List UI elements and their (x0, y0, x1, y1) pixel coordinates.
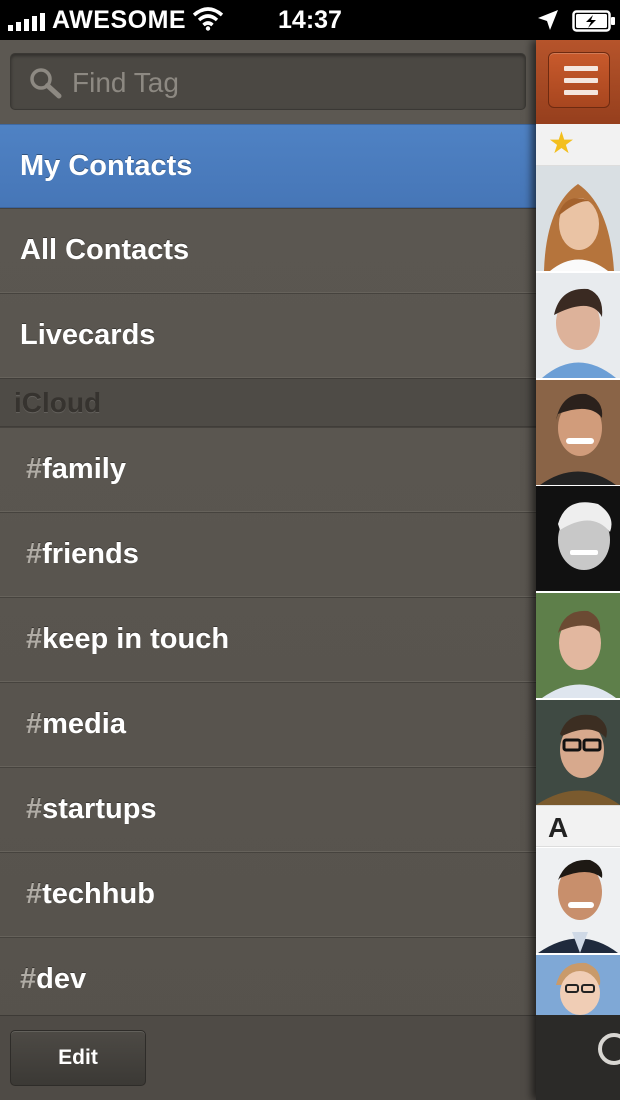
hash-symbol: # (26, 538, 43, 570)
tag-label: startups (42, 793, 157, 825)
tag-label: dev (36, 963, 87, 995)
tag-item-media[interactable]: #media (0, 682, 536, 767)
section-title: iCloud (14, 386, 102, 418)
contact-avatar[interactable] (536, 955, 620, 1015)
menu-button[interactable] (548, 52, 610, 108)
menu-icon (564, 66, 598, 71)
status-bar: AWESOME 14:37 (0, 0, 620, 40)
nav-item-label: All Contacts (20, 234, 190, 266)
hash-symbol: # (26, 793, 43, 825)
hash-symbol: # (26, 623, 43, 655)
tag-panel: Find Tag My Contacts All Contacts Liveca… (0, 40, 536, 1100)
edit-button[interactable]: Edit (10, 1030, 146, 1086)
contacts-list-peek[interactable]: ★ A (536, 40, 620, 1100)
contacts-section-header-a: A (536, 805, 620, 847)
find-tag-search-field[interactable]: Find Tag (10, 53, 526, 110)
tag-item-dev[interactable]: #dev (0, 937, 536, 1022)
nav-item-livecards[interactable]: Livecards (0, 293, 536, 378)
location-arrow-icon (536, 8, 560, 37)
contact-avatar[interactable] (536, 273, 620, 378)
status-time: 14:37 (278, 6, 342, 34)
nav-item-label: My Contacts (20, 149, 193, 182)
tag-label: media (42, 708, 126, 740)
tag-item-techhub[interactable]: #techhub (0, 852, 536, 937)
contacts-header-bar (536, 40, 620, 124)
tag-label: friends (42, 538, 139, 570)
hash-symbol: # (26, 453, 43, 485)
contact-avatar[interactable] (536, 848, 620, 953)
tag-list: My Contacts All Contacts Livecards iClou… (0, 124, 536, 1022)
search-placeholder: Find Tag (72, 67, 179, 98)
tag-label: techhub (42, 878, 155, 910)
hash-symbol: # (20, 963, 37, 995)
contact-avatar[interactable] (536, 486, 620, 591)
hash-symbol: # (26, 878, 43, 910)
battery-icon (572, 10, 616, 37)
hash-symbol: # (26, 708, 43, 740)
panel-footer: Edit (0, 1015, 536, 1100)
contact-avatar[interactable] (536, 380, 620, 485)
favorites-section-header: ★ (536, 124, 620, 166)
tag-item-startups[interactable]: #startups (0, 767, 536, 852)
contacts-toolbar (536, 1015, 620, 1100)
tag-label: family (42, 453, 126, 485)
search-icon[interactable] (594, 1029, 620, 1074)
contact-avatar[interactable] (536, 700, 620, 805)
star-icon: ★ (548, 127, 575, 160)
section-letter: A (548, 812, 569, 843)
contact-avatar[interactable] (536, 166, 620, 271)
tag-item-keep-in-touch[interactable]: #keep in touch (0, 597, 536, 682)
search-icon (29, 67, 63, 104)
section-header-icloud: iCloud (0, 378, 536, 427)
tag-item-friends[interactable]: #friends (0, 512, 536, 597)
nav-item-my-contacts[interactable]: My Contacts (0, 124, 536, 208)
nav-item-label: Livecards (20, 319, 156, 351)
tag-label: keep in touch (42, 623, 230, 655)
tag-item-family[interactable]: #family (0, 427, 536, 512)
contact-avatar[interactable] (536, 593, 620, 698)
nav-item-all-contacts[interactable]: All Contacts (0, 208, 536, 293)
